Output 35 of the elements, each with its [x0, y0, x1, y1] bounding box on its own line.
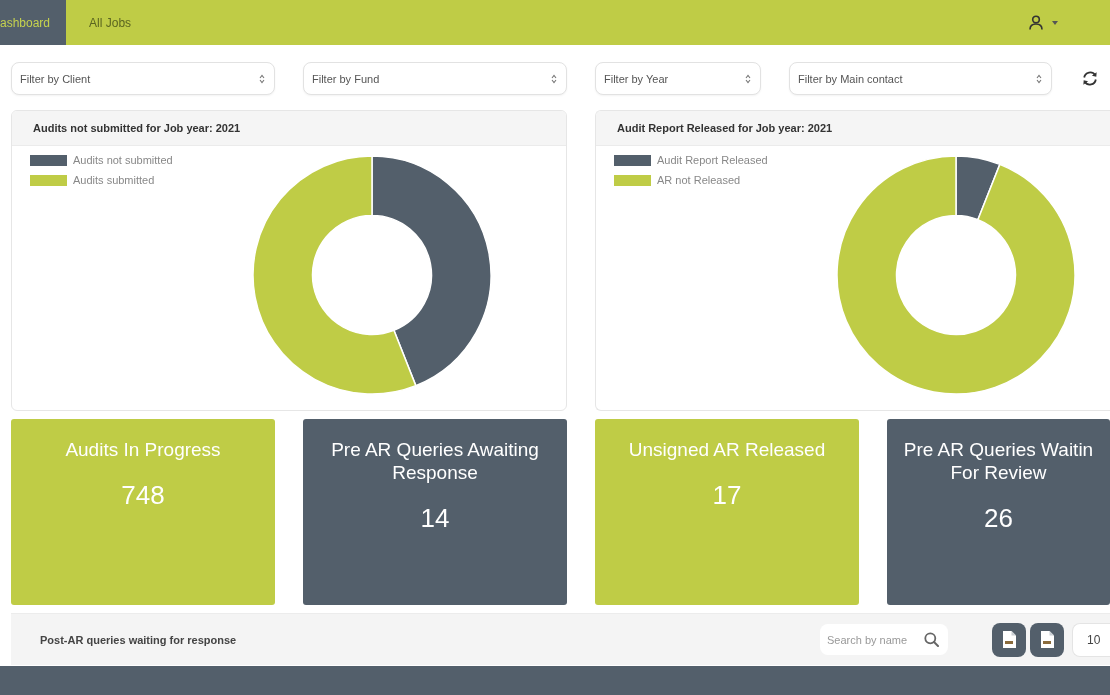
filter-select[interactable]: Filter by Year: [595, 62, 761, 95]
pdf-export-button[interactable]: [992, 622, 1026, 657]
document-icon: [1040, 631, 1054, 648]
refresh-icon[interactable]: [1082, 71, 1098, 86]
page-size-select[interactable]: 10: [1072, 622, 1110, 657]
search-field[interactable]: Search by name: [820, 624, 948, 655]
panel-title: Post-AR queries waiting for response: [40, 633, 237, 646]
chevron-icon: [1036, 73, 1042, 84]
filter-select[interactable]: Filter by Main contact: [789, 62, 1052, 95]
legend-label: AR not Released: [657, 174, 741, 186]
stat-title: Pre AR Queries Awaiting Response: [330, 438, 540, 484]
stat-value: 14: [420, 503, 450, 534]
user-icon[interactable]: [1029, 15, 1043, 30]
stat-value: 748: [121, 480, 165, 511]
excel-export-button[interactable]: [1030, 622, 1064, 657]
nav-tab[interactable]: All Jobs: [66, 0, 148, 45]
search-icon[interactable]: [924, 632, 939, 647]
filter-select[interactable]: Filter by Fund: [303, 62, 567, 95]
stat-value: 26: [984, 503, 1013, 534]
panel-title: Audit Report Released for Job year: 2021: [617, 122, 833, 134]
stat-value: 17: [712, 480, 742, 511]
nav-tab[interactable]: ashboard: [0, 0, 67, 45]
legend-label: Audit Report Released: [657, 154, 768, 166]
chevron-icon: [745, 73, 751, 84]
caret-icon[interactable]: [1052, 20, 1058, 25]
stat-title: Unsigned AR Released: [628, 438, 826, 461]
legend-label: Audits submitted: [73, 174, 155, 186]
filter-select[interactable]: Filter by Client: [11, 62, 275, 95]
chevron-icon: [259, 73, 265, 84]
stat-title: Audits In Progress: [65, 438, 221, 461]
panel-title: Audits not submitted for Job year: 2021: [33, 122, 241, 134]
stat-title: Pre AR Queries Waitin For Review: [902, 438, 1095, 484]
chevron-icon: [551, 73, 557, 84]
legend-label: Audits not submitted: [73, 154, 173, 166]
document-icon: [1002, 631, 1016, 648]
